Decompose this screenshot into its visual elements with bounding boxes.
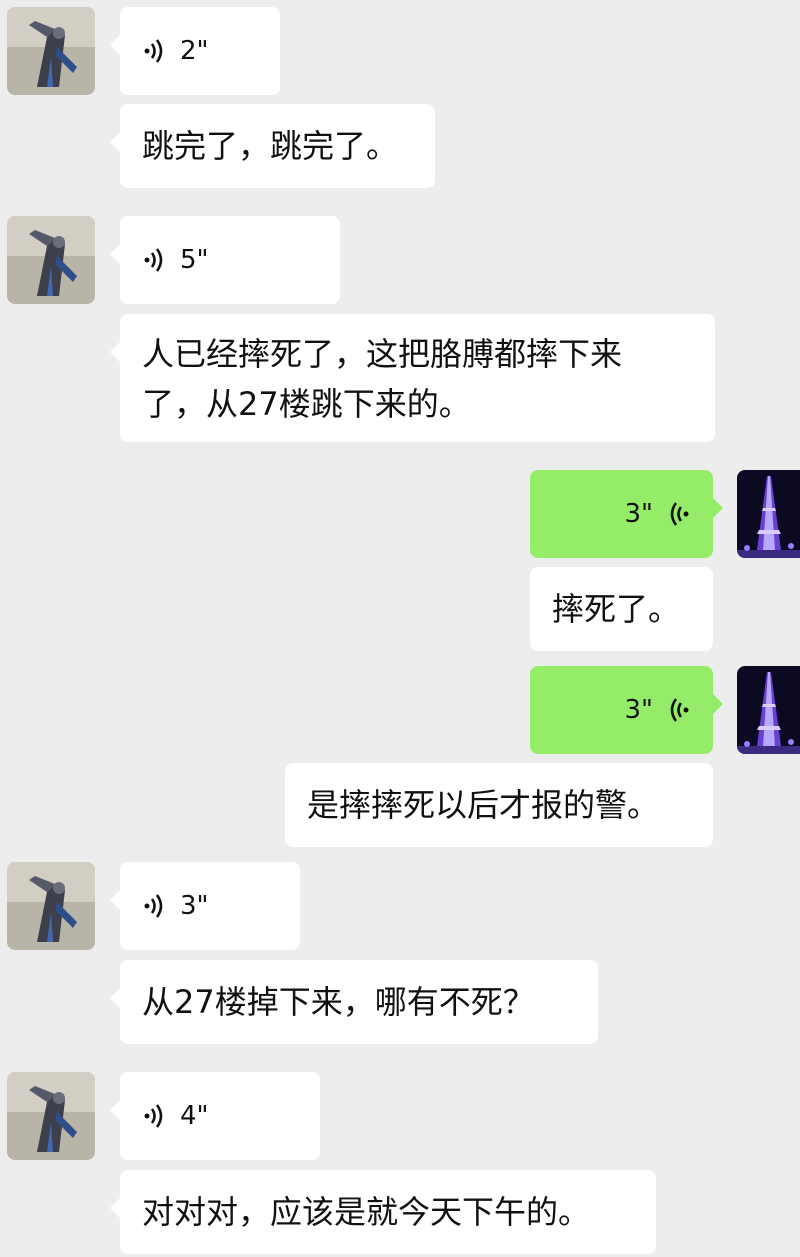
voice-duration: 3" [624, 499, 653, 529]
voice-message-bubble[interactable]: 5" [110, 216, 340, 304]
voice-message-bubble[interactable]: 2" [110, 7, 280, 95]
voice-wave-right-icon [142, 37, 168, 65]
message-text-line: 人已经摔死了，这把胳膊都摔下来 [142, 335, 623, 373]
voice-wave-left-icon [665, 696, 691, 724]
voice-wave-right-icon [142, 892, 168, 920]
self-avatar[interactable] [737, 666, 800, 754]
self-avatar[interactable] [737, 470, 800, 558]
voice-message-bubble[interactable]: 3" [110, 862, 300, 950]
text-message-bubble[interactable]: 是摔摔死以后才报的警。 [285, 763, 713, 847]
contact-avatar[interactable] [7, 216, 95, 304]
text-message-bubble[interactable]: 对对对，应该是就今天下午的。 [110, 1170, 656, 1254]
voice-duration: 2" [180, 36, 209, 66]
contact-avatar[interactable] [7, 7, 95, 95]
message-text-line: 了，从27楼跳下来的。 [142, 385, 471, 423]
voice-message-bubble[interactable]: 3" [530, 666, 723, 754]
voice-duration: 5" [180, 245, 209, 275]
contact-avatar[interactable] [7, 862, 95, 950]
text-message-bubble[interactable]: 摔死了。 [530, 567, 713, 651]
text-message-bubble[interactable]: 从27楼掉下来，哪有不死？ [110, 960, 598, 1044]
voice-message-bubble[interactable]: 3" [530, 470, 723, 558]
message-text: 摔死了。 [552, 590, 681, 628]
voice-wave-right-icon [142, 1102, 168, 1130]
voice-wave-right-icon [142, 246, 168, 274]
message-text: 对对对，应该是就今天下午的。 [142, 1193, 591, 1231]
message-text: 从27楼掉下来，哪有不死？ [142, 983, 535, 1021]
voice-message-bubble[interactable]: 4" [110, 1072, 320, 1160]
voice-duration: 3" [180, 891, 209, 921]
message-text: 跳完了，跳完了。 [142, 127, 399, 165]
text-message-bubble[interactable]: 人已经摔死了，这把胳膊都摔下来 了，从27楼跳下来的。 [110, 314, 715, 442]
voice-duration: 3" [624, 695, 653, 725]
message-text: 是摔摔死以后才报的警。 [307, 786, 660, 824]
contact-avatar[interactable] [7, 1072, 95, 1160]
text-message-bubble[interactable]: 跳完了，跳完了。 [110, 104, 435, 188]
voice-duration: 4" [180, 1101, 209, 1131]
voice-wave-left-icon [665, 500, 691, 528]
